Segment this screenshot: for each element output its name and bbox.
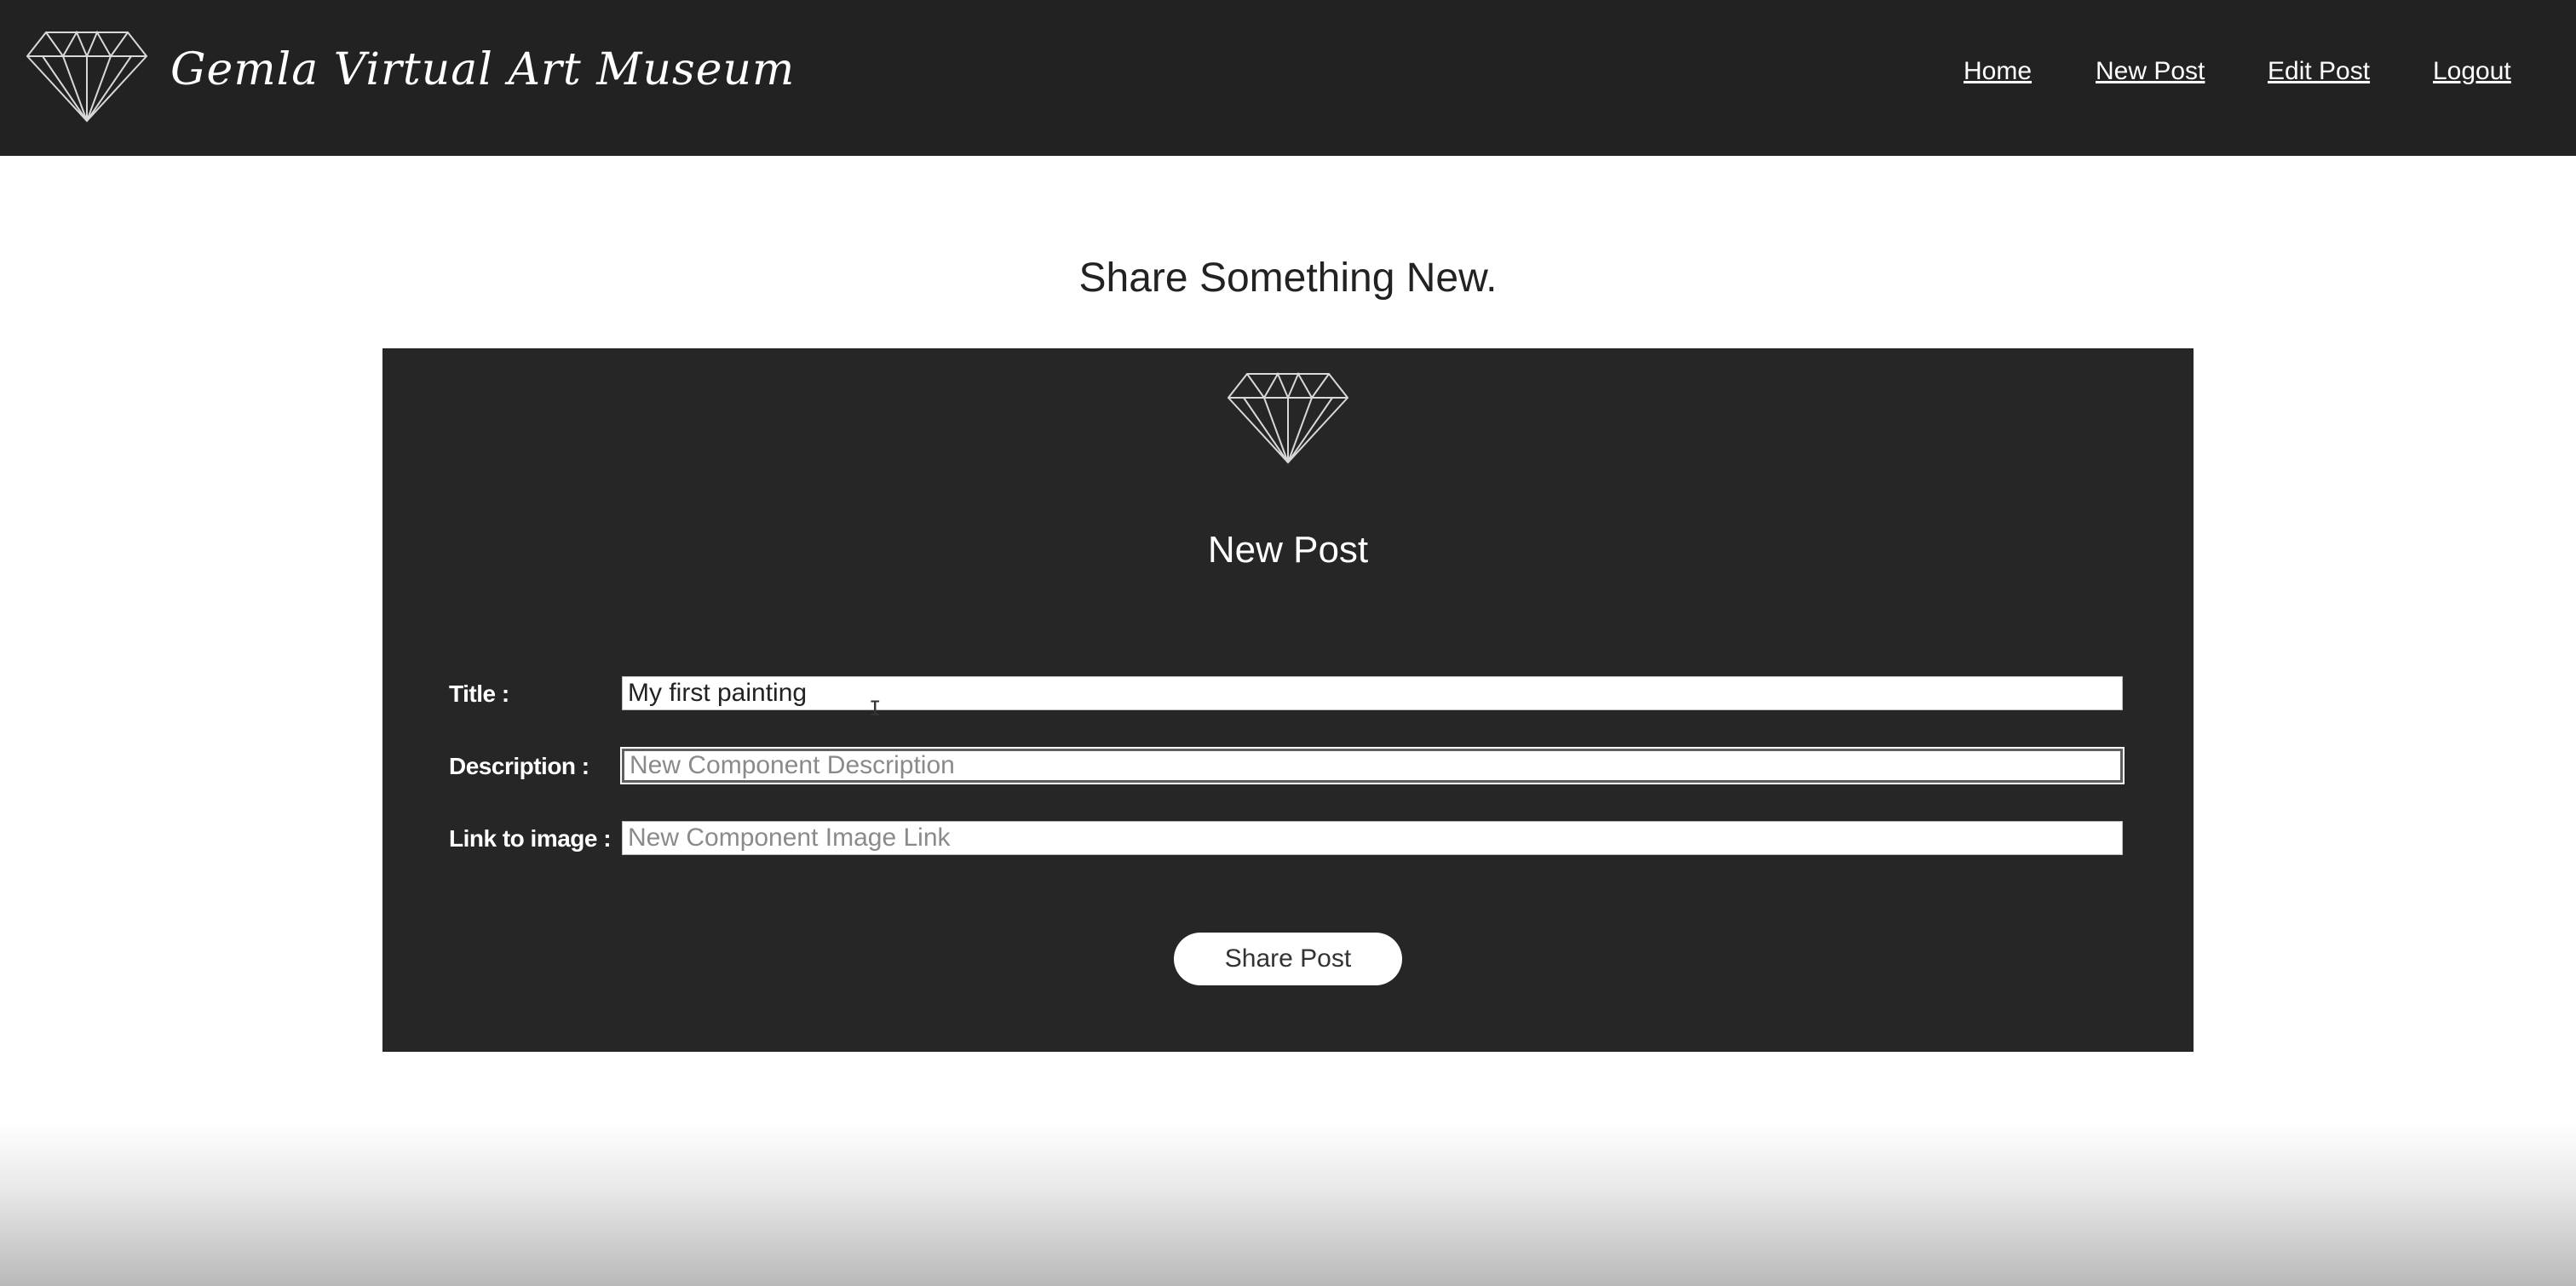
text-cursor-icon: I [869,697,882,721]
form-title: New Post [1207,529,1369,571]
description-input[interactable] [620,747,2125,784]
diamond-icon [1227,372,1349,464]
nav-home-link[interactable]: Home [1964,55,2032,89]
share-post-button[interactable]: Share Post [1174,933,1402,985]
description-label: Description : [449,753,589,779]
site-title[interactable]: Gemla Virtual Art Museum [170,36,795,104]
nav-new-post-link[interactable]: New Post [2096,55,2205,89]
page-heading: Share Something New. [1078,255,1498,301]
title-label: Title : [449,680,509,707]
footer-gradient [0,1122,2576,1286]
nav-logout-link[interactable]: Logout [2433,55,2511,89]
top-navigation-bar: Gemla Virtual Art Museum Home New Post E… [0,0,2576,156]
title-input[interactable] [622,676,2123,710]
new-post-form-card: New Post Title : Description : Link to i… [382,348,2194,1052]
diamond-icon[interactable] [26,31,148,123]
image-link-label: Link to image : [449,825,612,852]
image-link-input[interactable] [622,821,2123,855]
nav-edit-post-link[interactable]: Edit Post [2268,55,2370,89]
